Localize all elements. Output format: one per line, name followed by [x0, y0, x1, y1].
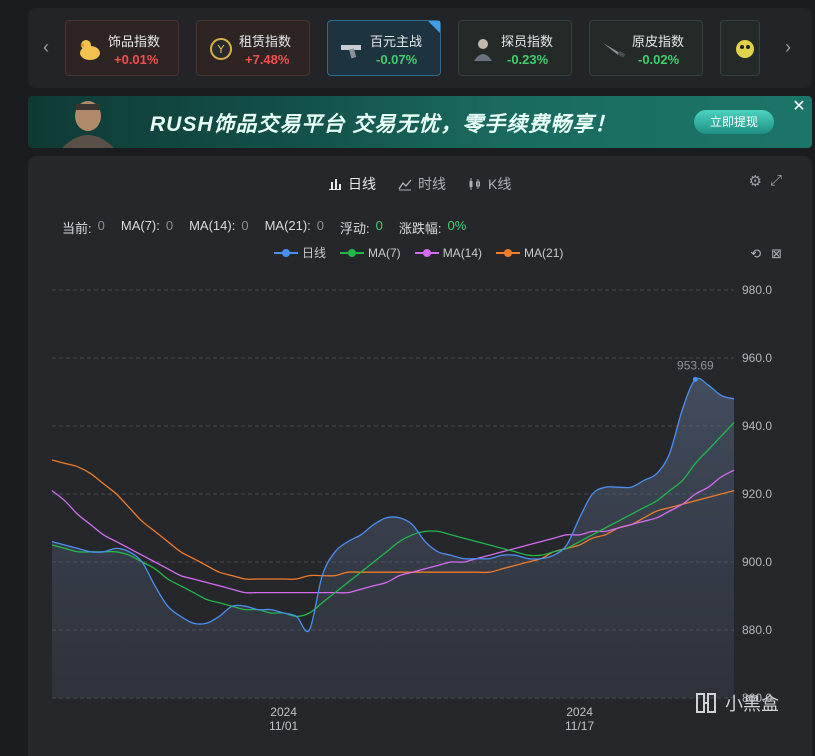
y-tick-label: 960.0: [742, 351, 772, 365]
y-tick-label: 920.0: [742, 487, 772, 501]
daily-area: [52, 378, 734, 698]
watermark-text: 小黑盒: [725, 694, 779, 714]
heybox-logo-icon: [696, 693, 716, 713]
y-tick-label: 940.0: [742, 419, 772, 433]
x-tick-date: 11/01: [269, 719, 298, 733]
max-point: [692, 376, 698, 382]
y-tick-label: 880.0: [742, 623, 772, 637]
x-tick-year: 2024: [566, 705, 593, 719]
price-chart[interactable]: 980.0960.0940.0920.0900.0880.0860.0953.6…: [0, 0, 815, 739]
y-tick-label: 900.0: [742, 555, 772, 569]
x-tick-date: 11/17: [565, 719, 594, 733]
y-tick-label: 980.0: [742, 283, 772, 297]
watermark: 小黑盒: [693, 690, 779, 716]
max-label: 953.69: [677, 358, 714, 372]
x-tick-year: 2024: [270, 705, 297, 719]
